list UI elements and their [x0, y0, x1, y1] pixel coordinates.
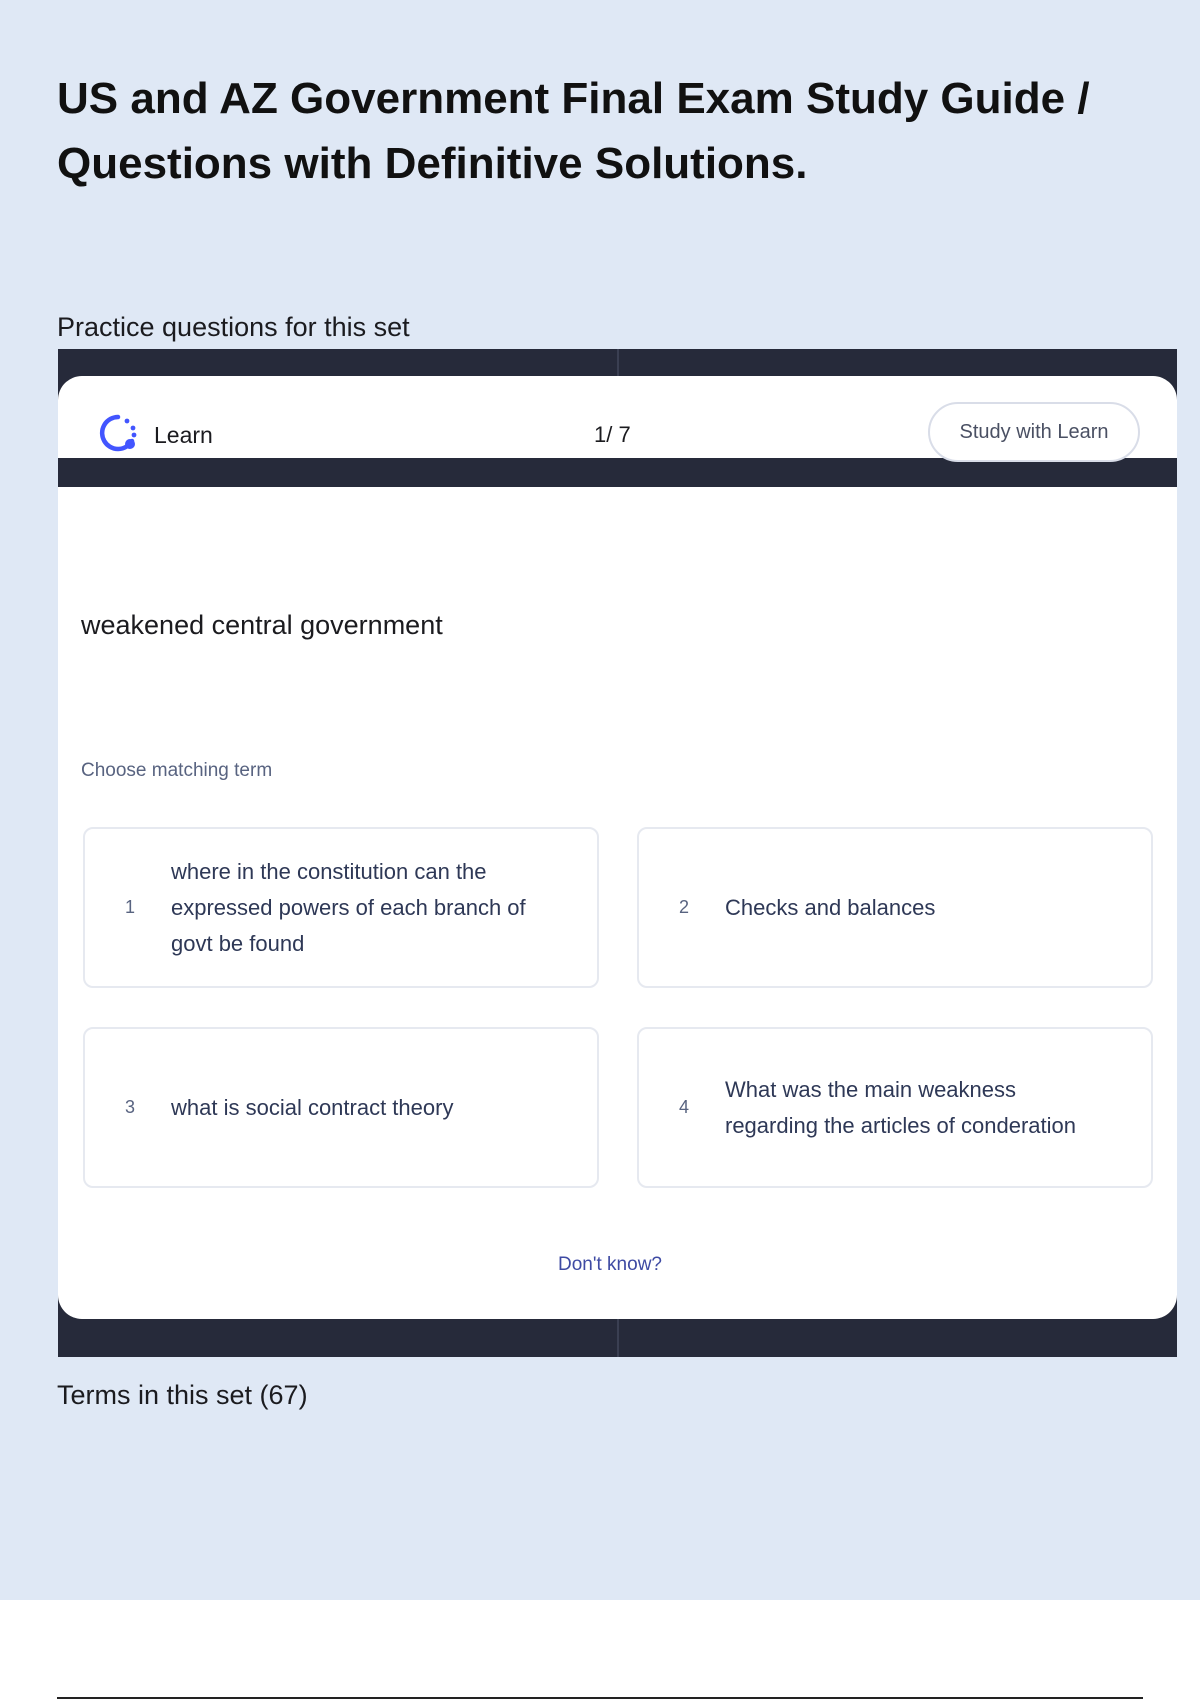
answer-option-1[interactable]: 1 where in the constitution can the expr… — [83, 827, 599, 988]
answer-option-2[interactable]: 2 Checks and balances — [637, 827, 1153, 988]
terms-heading: Terms in this set (67) — [57, 1380, 308, 1410]
choose-term-prompt: Choose matching term — [81, 760, 273, 781]
frame-divider-bottom — [617, 1319, 619, 1357]
option-number: 4 — [678, 1097, 689, 1117]
page-title: US and AZ Government Final Exam Study Gu… — [57, 74, 1090, 188]
question-progress: 1/ 7 — [594, 422, 631, 447]
answer-option-4[interactable]: 4 What was the main weakness regarding t… — [637, 1027, 1153, 1188]
option-number: 1 — [124, 897, 135, 917]
option-text: what is social contract theory — [171, 1094, 454, 1120]
option-text: Checks and balances — [725, 894, 936, 920]
frame-divider-top — [617, 349, 619, 376]
learn-mode-label: Learn — [154, 422, 213, 448]
practice-questions-label: Practice questions for this set — [57, 312, 410, 342]
option-number: 2 — [678, 897, 689, 917]
option-text: What was the main weakness regarding the… — [725, 1076, 1076, 1138]
option-number: 3 — [124, 1097, 135, 1117]
learn-progress-icon — [99, 414, 137, 452]
answer-option-3[interactable]: 3 what is social contract theory — [83, 1027, 599, 1188]
dont-know-link[interactable]: Don't know? — [0, 1254, 1200, 1276]
study-with-learn-button[interactable]: Study with Learn — [928, 402, 1140, 462]
question-definition: weakened central government — [81, 610, 443, 640]
option-text: where in the constitution can the expres… — [171, 858, 526, 956]
bottom-divider — [57, 1697, 1143, 1699]
